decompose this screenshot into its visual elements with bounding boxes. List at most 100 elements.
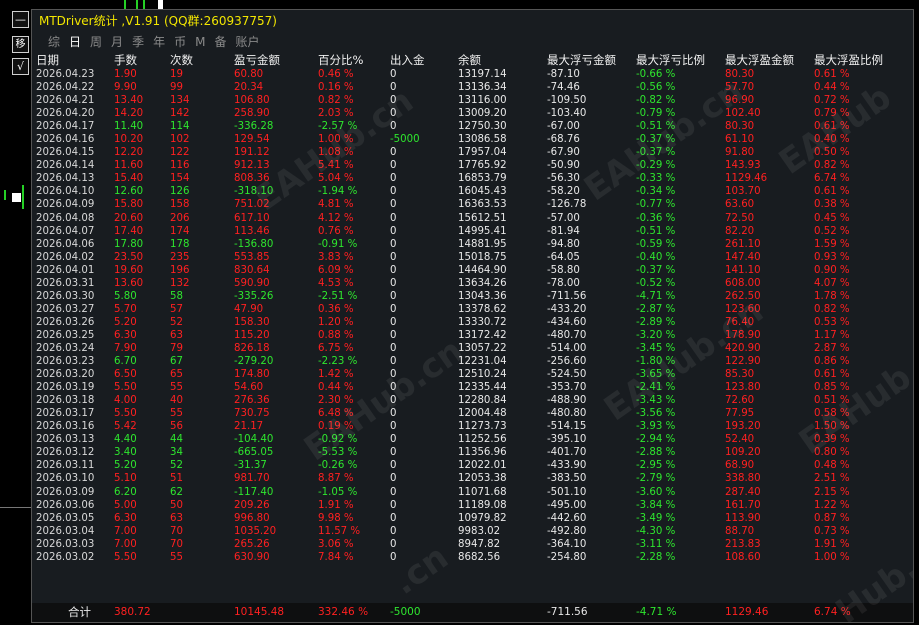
table-cell: -0.91 % [318, 238, 358, 250]
table-cell: -0.26 % [318, 460, 358, 472]
column-header: 最大浮亏比例 [636, 53, 705, 67]
table-cell: 5.70 [114, 303, 137, 315]
table-cell: 1.78 % [814, 290, 850, 302]
table-cell: 141.10 [725, 264, 761, 276]
table-cell: 96.90 [725, 95, 755, 107]
toggle-check-button[interactable]: √ [12, 58, 29, 75]
table-row: 2026.03.13 4.40 44 -104.40 -0.92 % 0 11252.56 -… [36, 433, 908, 446]
table-cell: 13172.42 [458, 329, 507, 341]
table-cell: -2.94 % [636, 434, 676, 446]
table-cell: -0.33 % [636, 173, 676, 185]
table-cell: 981.70 [234, 473, 270, 485]
table-cell: 8.87 % [318, 473, 354, 485]
table-cell: -3.93 % [636, 421, 676, 433]
table-cell: 0.36 % [318, 303, 354, 315]
table-cell: 161.70 [725, 499, 761, 511]
stats-table: 2026.04.23 1.90 19 60.80 0.46 % 0 13197.14 -87.… [36, 68, 908, 564]
table-cell: 2026.03.24 [36, 343, 95, 354]
tab-3[interactable]: 月 [111, 32, 123, 52]
table-cell: 70 [170, 538, 183, 550]
table-cell: 2026.04.14 [36, 160, 95, 172]
table-cell: 261.10 [725, 238, 761, 250]
table-cell: 0.53 % [814, 316, 850, 328]
table-cell: -3.84 % [636, 499, 676, 511]
table-cell: -433.20 [547, 303, 587, 315]
tab-6[interactable]: 币 [174, 32, 186, 52]
table-cell: 0 [390, 382, 397, 394]
tab-0[interactable]: 综 [48, 32, 60, 52]
table-cell: 2026.04.02 [36, 251, 95, 263]
table-cell: 2026.04.16 [36, 134, 95, 146]
table-cell: 1035.20 [234, 525, 277, 537]
column-header: 盈亏金额 [234, 53, 280, 67]
table-cell: 0 [390, 343, 397, 354]
table-cell: -4.71 % [636, 290, 676, 302]
tab-4[interactable]: 季 [132, 32, 144, 52]
window-title: MTDriver统计 ,V1.91 (QQ群:260937757) [39, 14, 277, 28]
table-row: 2026.03.03 7.00 70 265.26 3.06 % 0 8947.82 -364… [36, 538, 908, 551]
table-cell: 2026.03.04 [36, 525, 95, 537]
table-cell: -0.79 % [636, 108, 676, 120]
totals-max-float-loss-pct: -4.71 % [636, 606, 677, 618]
table-cell: 12022.01 [458, 460, 507, 472]
table-cell: 826.18 [234, 343, 270, 354]
table-cell: 23.50 [114, 251, 144, 263]
chart-candle [143, 0, 145, 9]
table-cell: 0 [390, 108, 397, 120]
table-cell: 1.59 % [814, 238, 850, 250]
minimize-button[interactable]: — [12, 11, 29, 28]
table-cell: -335.26 [234, 290, 274, 302]
chart-candle [4, 190, 6, 200]
table-cell: 15.80 [114, 199, 144, 211]
table-cell: 17.40 [114, 225, 144, 237]
chart-candle [22, 185, 24, 209]
table-cell: 21.17 [234, 421, 264, 433]
table-cell: 2026.03.03 [36, 538, 95, 550]
table-cell: 2026.03.12 [36, 447, 95, 459]
table-cell: 62 [170, 486, 183, 498]
table-cell: -3.20 % [636, 329, 676, 341]
tab-5[interactable]: 年 [153, 32, 165, 52]
table-cell: 0 [390, 199, 397, 211]
table-row: 2026.03.11 5.20 52 -31.37 -0.26 % 0 12022.01 -4… [36, 459, 908, 472]
table-cell: 2.03 % [318, 108, 354, 120]
table-cell: 72.60 [725, 395, 755, 407]
table-row: 2026.03.24 7.90 79 826.18 6.75 % 0 13057.22 -51… [36, 342, 908, 355]
table-cell: 13086.58 [458, 134, 507, 146]
table-row: 2026.04.23 1.90 19 60.80 0.46 % 0 13197.14 -87.… [36, 68, 908, 81]
table-cell: 82.20 [725, 225, 755, 237]
table-cell: 0.45 % [814, 212, 850, 224]
table-cell: -2.89 % [636, 316, 676, 328]
table-cell: -78.00 [547, 277, 580, 289]
table-cell: -3.45 % [636, 343, 676, 354]
column-header: 最大浮盈比例 [814, 53, 883, 67]
table-row: 2026.04.21 13.40 134 106.80 0.82 % 0 13116.00 -… [36, 94, 908, 107]
tab-2[interactable]: 周 [90, 32, 102, 52]
table-cell: 54.60 [234, 382, 264, 394]
table-cell: -2.95 % [636, 460, 676, 472]
tab-8[interactable]: 备 [214, 32, 226, 52]
tab-1[interactable]: 日 [69, 32, 81, 52]
table-cell: -2.41 % [636, 382, 676, 394]
move-handle[interactable]: 移 [12, 36, 29, 53]
table-cell: 2.51 % [814, 473, 850, 485]
table-row: 2026.03.04 7.00 70 1035.20 11.57 % 0 9983.02 -4… [36, 525, 908, 538]
tab-9[interactable]: 账户 [235, 32, 259, 52]
tab-bar: 综日周月季年币 M 备账户 [32, 32, 913, 52]
table-cell: 608.00 [725, 277, 761, 289]
table-cell: -68.76 [547, 134, 580, 146]
table-cell: 63 [170, 512, 183, 524]
table-cell: -3.65 % [636, 369, 676, 381]
table-cell: 91.80 [725, 147, 755, 159]
table-cell: 99 [170, 82, 183, 94]
table-cell: 0 [390, 329, 397, 341]
table-cell: 57.70 [725, 82, 755, 94]
tab-7[interactable]: M [195, 32, 205, 52]
column-header: 日期 [36, 53, 59, 67]
table-cell: 1.08 % [318, 147, 354, 159]
table-cell: 6.70 [114, 356, 137, 368]
table-cell: 5.80 [114, 290, 137, 302]
chart-candle [158, 0, 163, 9]
table-cell: 0.19 % [318, 421, 354, 433]
table-cell: 51 [170, 473, 183, 485]
